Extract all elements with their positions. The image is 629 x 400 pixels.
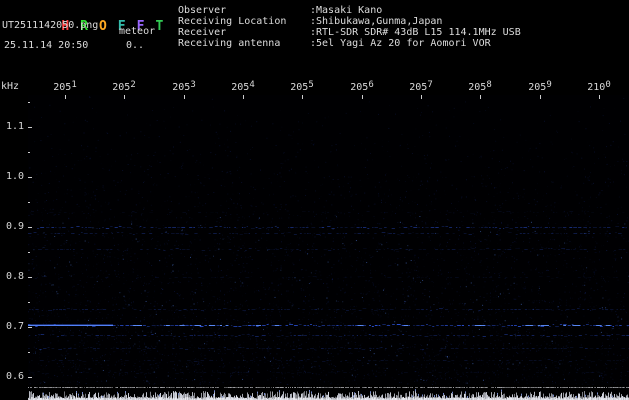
output-filename: UT2511142050.png (2, 20, 98, 31)
station-info: Observer:Masaki Kano Receiving Location:… (178, 5, 521, 49)
x-axis-label: 2057 (409, 80, 432, 93)
y-axis-label: 1.1 (0, 121, 24, 132)
signal-level-canvas (28, 386, 629, 400)
x-axis-label: 2055 (290, 80, 313, 93)
logo-letter-t: T (155, 19, 163, 34)
frequency-unit-label: kHz (1, 81, 19, 92)
info-label-antenna: Receiving antenna (178, 38, 310, 49)
info-label-location: Receiving Location (178, 16, 310, 27)
y-axis-label: 0.8 (0, 271, 24, 282)
station-info-row: Receiver:RTL-SDR SDR# 43dB L15 114.1MHz … (178, 27, 521, 38)
info-value-location: :Shibukawa,Gunma,Japan (310, 16, 442, 27)
spectrogram-canvas (28, 95, 629, 385)
y-axis-label: 1.0 (0, 171, 24, 182)
x-axis-label: 2054 (231, 80, 254, 93)
x-axis-label: 2053 (172, 80, 195, 93)
station-info-row: Receiving Location:Shibukawa,Gunma,Japan (178, 16, 521, 27)
datetime-label: 25.11.14 20:50 (4, 40, 88, 51)
y-axis-label: 0.9 (0, 221, 24, 232)
logo-letter-o: O (99, 19, 107, 34)
x-axis-label: 2051 (53, 80, 76, 93)
info-value-observer: :Masaki Kano (310, 5, 382, 16)
x-axis-label: 2056 (350, 80, 373, 93)
info-label-receiver: Receiver (178, 27, 310, 38)
frame-counter: 0.. (126, 40, 144, 51)
x-axis-label: 2100 (587, 80, 610, 93)
info-value-receiver: :RTL-SDR SDR# 43dB L15 114.1MHz USB (310, 27, 521, 38)
x-axis-label: 2058 (468, 80, 491, 93)
y-axis-label: 0.6 (0, 371, 24, 382)
y-axis-label: 0.7 (0, 321, 24, 332)
info-label-observer: Observer (178, 5, 310, 16)
hrofft-output: HROFFT UT2511142050.png meteor 25.11.14 … (0, 0, 629, 400)
x-axis-label: 2059 (528, 80, 551, 93)
x-axis-label: 2052 (112, 80, 135, 93)
mode-label: meteor (119, 26, 155, 37)
station-info-row: Observer:Masaki Kano (178, 5, 521, 16)
info-value-antenna: :5el Yagi Az 20 for Aomori VOR (310, 38, 491, 49)
station-info-row: Receiving antenna:5el Yagi Az 20 for Aom… (178, 38, 521, 49)
